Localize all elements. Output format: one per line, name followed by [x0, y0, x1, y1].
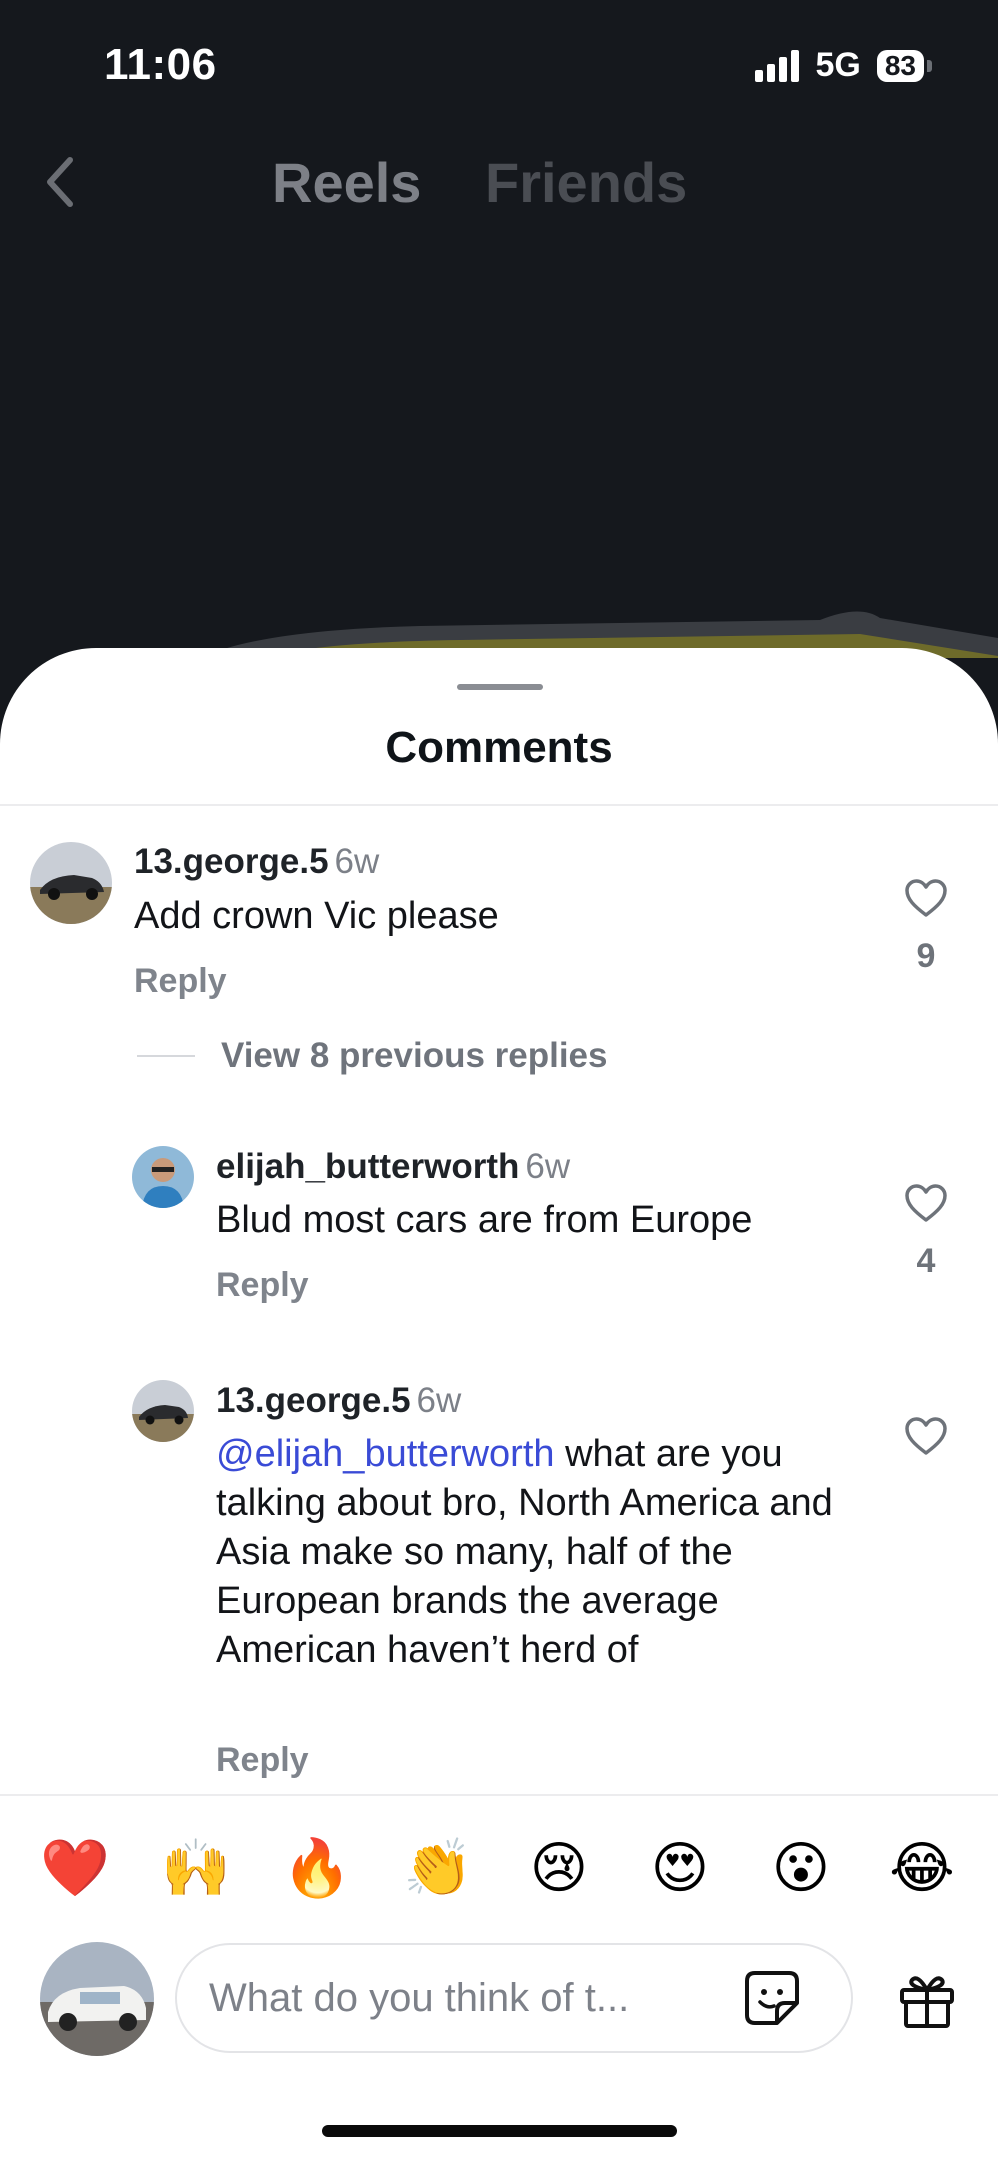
composer-divider	[0, 1794, 998, 1796]
comment-text: Blud most cars are from Europe	[216, 1199, 753, 1241]
heart-icon	[905, 1184, 947, 1222]
tab-friends[interactable]: Friends	[485, 150, 687, 215]
sticker-icon[interactable]	[743, 1969, 801, 2027]
sheet-title: Comments	[385, 723, 613, 772]
heart-icon	[905, 879, 947, 917]
status-indicators: 5G 83	[755, 46, 932, 85]
view-previous-replies[interactable]: View 8 previous replies	[137, 1036, 608, 1076]
emoji-heart-eyes[interactable]: 😍	[645, 1834, 715, 1904]
mention-link[interactable]: @elijah_butterworth	[216, 1433, 555, 1475]
back-icon[interactable]	[42, 152, 82, 212]
avatar[interactable]	[132, 1146, 194, 1208]
tab-reels[interactable]: Reels	[272, 150, 421, 215]
comment-time: 6w	[416, 1381, 462, 1420]
comment-header: elijah_butterworth 6w	[216, 1147, 570, 1187]
emoji-raised-hands[interactable]: 🙌	[161, 1834, 231, 1904]
comment-username[interactable]: 13.george.5	[134, 842, 329, 881]
reply-button[interactable]: Reply	[216, 1741, 309, 1780]
like-button[interactable]	[896, 1416, 956, 1461]
like-button[interactable]: 4	[896, 1183, 956, 1281]
comment-username[interactable]: elijah_butterworth	[216, 1147, 519, 1186]
avatar[interactable]	[30, 842, 112, 924]
header-divider	[0, 804, 998, 806]
comment-time: 6w	[334, 842, 380, 881]
avatar[interactable]	[132, 1380, 194, 1442]
signal-icon	[755, 49, 800, 82]
comment-header: 13.george.5 6w	[216, 1381, 461, 1421]
comment-input-box	[175, 1943, 853, 2053]
emoji-surprised[interactable]: 😮	[766, 1834, 836, 1904]
emoji-clap[interactable]: 👏	[403, 1834, 473, 1904]
comment-input[interactable]	[209, 1945, 729, 2051]
user-avatar[interactable]	[40, 1942, 154, 2056]
comment-username[interactable]: 13.george.5	[216, 1381, 411, 1420]
reply-button[interactable]: Reply	[134, 962, 227, 1001]
home-indicator[interactable]	[322, 2125, 677, 2137]
emoji-fire[interactable]: 🔥	[282, 1834, 352, 1904]
emoji-reaction-bar: ❤️ 🙌 🔥 👏 😢 😍 😮 😂	[0, 1834, 998, 1904]
network-type: 5G	[815, 46, 861, 84]
sheet-grabber[interactable]	[457, 684, 543, 690]
emoji-crying[interactable]: 😢	[524, 1834, 594, 1904]
heart-icon	[905, 1417, 947, 1455]
reply-button[interactable]: Reply	[216, 1266, 309, 1305]
gift-icon[interactable]	[896, 1968, 958, 2030]
comment-header: 13.george.5 6w	[134, 842, 379, 882]
emoji-laughing[interactable]: 😂	[887, 1834, 957, 1904]
video-background: 11:06 5G 83 Reels Friends	[0, 0, 998, 700]
status-time: 11:06	[104, 40, 217, 89]
like-count: 4	[916, 1242, 936, 1280]
comment-text: @elijah_butterworth what are you talking…	[216, 1430, 866, 1675]
emoji-heart[interactable]: ❤️	[40, 1834, 110, 1904]
like-button[interactable]: 9	[896, 878, 956, 976]
like-count: 9	[916, 937, 936, 975]
comment-text: Add crown Vic please	[134, 895, 499, 937]
view-replies-label: View 8 previous replies	[221, 1036, 608, 1075]
battery-level: 83	[876, 49, 924, 82]
battery-icon: 83	[876, 49, 932, 82]
comment-time: 6w	[525, 1147, 571, 1186]
